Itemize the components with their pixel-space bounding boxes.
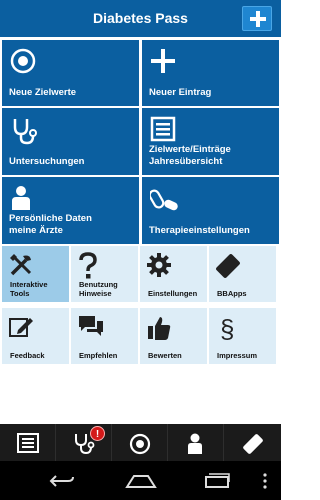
svg-text:§: § xyxy=(220,314,234,342)
tile-benutzung-hinweise[interactable]: Benutzung Hinweise xyxy=(71,246,138,302)
target-icon xyxy=(129,433,151,455)
tile-label: Neuer Eintrag xyxy=(149,87,212,98)
paragraph-icon: § xyxy=(220,314,234,342)
add-button[interactable] xyxy=(242,6,272,31)
tile-feedback[interactable]: Feedback xyxy=(2,308,69,364)
tile-bewerten[interactable]: Bewerten xyxy=(140,308,207,364)
tile-label-line2: Jahresübersicht xyxy=(149,156,223,167)
tile-therapieeinstellungen[interactable]: Therapieeinstellungen xyxy=(142,177,279,244)
tile-neuer-eintrag[interactable]: Neuer Eintrag xyxy=(142,40,279,106)
page-title: Diabetes Pass xyxy=(93,10,188,26)
tab-zielwerte[interactable] xyxy=(112,424,168,461)
tile-label: Neue Zielwerte xyxy=(9,87,77,98)
tools-icon xyxy=(10,254,32,276)
bbapps-icon xyxy=(216,254,240,278)
plus-icon xyxy=(151,49,175,73)
system-nav-bar xyxy=(0,461,281,500)
plus-icon xyxy=(250,11,266,27)
thumbs-up-icon xyxy=(148,317,171,340)
home-icon[interactable] xyxy=(125,473,157,489)
tile-label: Empfehlen xyxy=(79,351,118,360)
recent-apps-icon[interactable] xyxy=(203,473,231,489)
stethoscope-icon xyxy=(13,119,37,145)
question-icon xyxy=(79,252,97,279)
tile-label: Feedback xyxy=(10,351,45,360)
tile-untersuchungen[interactable]: Untersuchungen xyxy=(2,108,139,175)
tile-label: Therapieeinstellungen xyxy=(149,225,250,236)
tile-label: BBApps xyxy=(217,289,247,298)
tab-list[interactable] xyxy=(0,424,56,461)
tile-label: Interaktive Tools xyxy=(10,280,48,298)
back-icon[interactable] xyxy=(48,473,76,489)
pills-icon xyxy=(150,189,178,211)
tile-interaktive-tools[interactable]: Interaktive Tools xyxy=(2,246,69,302)
tile-label: Einstellungen xyxy=(148,289,198,298)
notification-badge: ! xyxy=(90,426,105,441)
bottom-tab-bar xyxy=(0,424,281,461)
tile-label-line2: Hinweise xyxy=(79,289,112,298)
tile-label-line2: Tools xyxy=(10,289,30,298)
tile-label-line1: Persönliche Daten xyxy=(9,213,92,224)
tile-label: Persönliche Daten meine Ärzte xyxy=(9,213,92,237)
chat-icon xyxy=(79,316,103,336)
list-icon xyxy=(17,433,39,453)
gear-icon xyxy=(147,253,171,277)
target-icon xyxy=(10,48,36,74)
tile-neue-zielwerte[interactable]: Neue Zielwerte xyxy=(2,40,139,106)
tile-persoenliche-daten[interactable]: Persönliche Daten meine Ärzte xyxy=(2,177,139,244)
tile-label: Bewerten xyxy=(148,351,182,360)
tile-label-line1: Interaktive xyxy=(10,280,48,289)
app-header: Diabetes Pass xyxy=(0,0,281,37)
tile-einstellungen[interactable]: Einstellungen xyxy=(140,246,207,302)
tile-bbapps[interactable]: BBApps xyxy=(209,246,276,302)
tile-empfehlen[interactable]: Empfehlen xyxy=(71,308,138,364)
tab-persoenliche-daten[interactable] xyxy=(168,424,224,461)
tab-bbapps[interactable] xyxy=(224,424,280,461)
tile-label: Untersuchungen xyxy=(9,156,85,167)
list-icon xyxy=(150,116,176,142)
tile-label-line2: meine Ärzte xyxy=(9,225,63,236)
person-icon xyxy=(12,186,30,210)
bbapps-icon xyxy=(243,434,263,454)
person-icon xyxy=(188,433,202,454)
tile-label: Zielwerte/Einträge Jahresübersicht xyxy=(149,144,231,168)
overflow-menu-icon[interactable] xyxy=(262,472,268,490)
feedback-icon xyxy=(9,318,33,337)
tile-label: Benutzung Hinweise xyxy=(79,280,118,298)
tile-label-line1: Zielwerte/Einträge xyxy=(149,144,231,155)
tile-label-line1: Benutzung xyxy=(79,280,118,289)
tile-impressum[interactable]: § Impressum xyxy=(209,308,276,364)
tile-label: Impressum xyxy=(217,351,258,360)
tile-zielwerte-jahresuebersicht[interactable]: Zielwerte/Einträge Jahresübersicht xyxy=(142,108,279,175)
